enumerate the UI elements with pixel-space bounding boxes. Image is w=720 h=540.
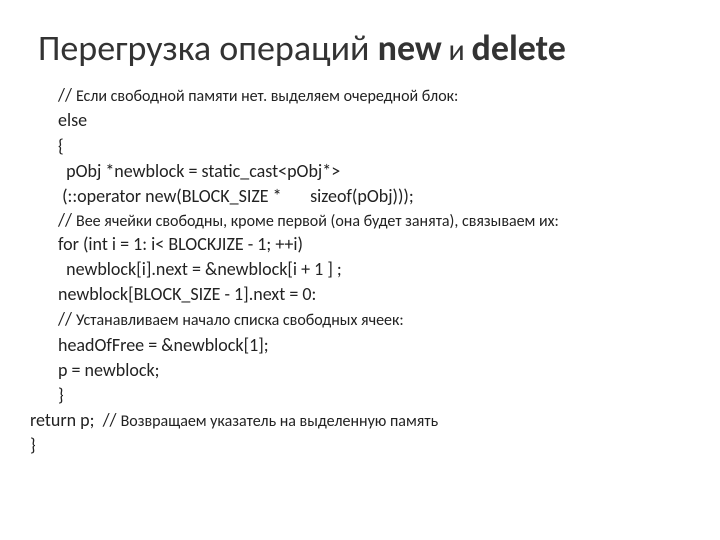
code-block: // Если свободной памяти нет. выделяем о… xyxy=(30,84,690,457)
code-line: for (int i = 1: i< BLOCKJIZE - 1; ++i) xyxy=(30,233,690,256)
code-line: newblock[i].next = &newblock[i + 1 ] ; xyxy=(30,258,690,281)
code-line: (::operator new(BLOCK_SIZE * sizeof(pObj… xyxy=(30,185,690,208)
return-statement: return p; // xyxy=(30,409,121,431)
code-line: headOfFree = &newblock[1]; xyxy=(30,334,690,357)
comment-text: Bee ячейки свободны, кроме первой (она б… xyxy=(76,212,559,231)
comment-text: Устанавливаем начало списка свободных яч… xyxy=(76,311,404,330)
code-line: { xyxy=(30,135,690,158)
comment-slashes: // xyxy=(58,84,76,106)
title-text-1: Перегрузка операций xyxy=(38,26,378,70)
slide-title: Перегрузка операций new и delete xyxy=(38,26,690,70)
code-line: pObj *newblock = static_cast<pObj*> xyxy=(30,160,690,183)
comment-text: Возвращаем указатель на выделенную памят… xyxy=(121,412,439,431)
code-line: else xyxy=(30,109,690,132)
code-line: newblock[BLOCK_SIZE - 1].next = 0: xyxy=(30,283,690,306)
code-line: } xyxy=(30,384,690,407)
title-keyword-new: new xyxy=(378,26,442,70)
code-line: } xyxy=(30,434,690,457)
code-line: return p; // Возвращаем указатель на выд… xyxy=(30,409,690,432)
title-connector: и xyxy=(442,32,472,69)
comment-slashes: // xyxy=(58,209,76,231)
code-line: // Устанавливаем начало списка свободных… xyxy=(30,308,690,331)
code-line: // Если свободной памяти нет. выделяем о… xyxy=(30,84,690,107)
title-keyword-delete: delete xyxy=(472,26,566,70)
comment-slashes: // xyxy=(58,308,76,330)
slide: Перегрузка операций new и delete // Если… xyxy=(0,0,720,540)
code-line: // Bee ячейки свободны, кроме первой (он… xyxy=(30,210,690,231)
code-line: р = newblock; xyxy=(30,359,690,382)
comment-text: Если свободной памяти нет. выделяем очер… xyxy=(76,87,458,106)
